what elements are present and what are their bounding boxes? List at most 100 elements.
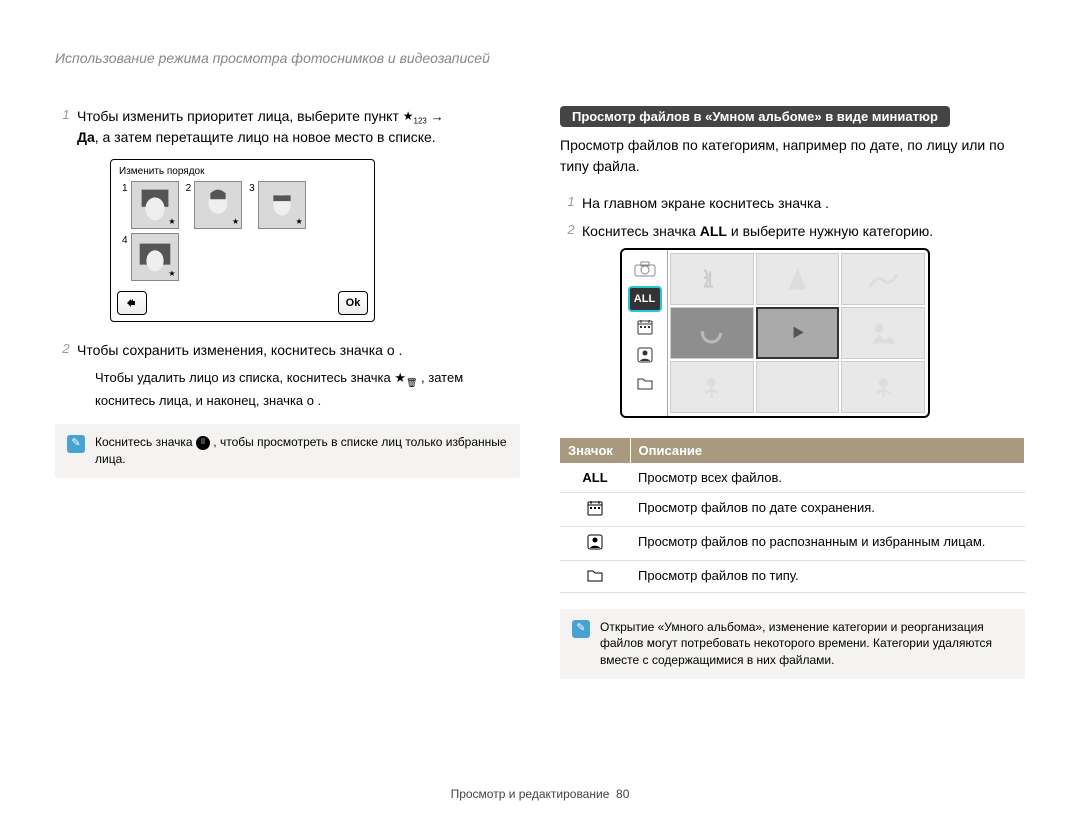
thumbnail[interactable] (841, 361, 925, 413)
info-a: Коснитесь значка (95, 435, 196, 449)
star-icon: ★ (168, 269, 175, 278)
face-thumb[interactable]: ★ (131, 181, 179, 229)
date-category-button[interactable] (628, 314, 662, 340)
face-thumb[interactable]: ★ (131, 233, 179, 281)
icon-cell (560, 526, 630, 560)
star-icon: ★ (168, 217, 175, 226)
step1-text-c: , а затем перетащите лицо на новое место… (95, 129, 436, 145)
right-step1-text: На главном экране коснитесь значка . (582, 193, 1025, 213)
thumbnail[interactable] (841, 307, 925, 359)
star-123-icon: ★123 (403, 108, 427, 127)
right-step2-b: и выберите нужную категорию. (731, 223, 933, 239)
thumbnail[interactable] (756, 253, 840, 305)
table-row: Просмотр файлов по дате сохранения. (560, 492, 1025, 526)
face-thumb[interactable]: ★ (194, 181, 242, 229)
footer-section: Просмотр и редактирование (451, 787, 610, 801)
step-1: 1 Чтобы изменить приоритет лица, выберит… (55, 106, 520, 147)
left-column: 1 Чтобы изменить приоритет лица, выберит… (55, 106, 520, 679)
calendar-icon (587, 500, 603, 516)
smart-album-heading: Просмотр файлов в «Умном альбоме» в виде… (560, 106, 950, 127)
info-icon: ✎ (67, 435, 85, 453)
step1-text-a: Чтобы изменить приоритет лица, выберите … (77, 108, 403, 124)
step-number: 1 (55, 106, 77, 147)
thumbnail[interactable] (756, 361, 840, 413)
all-category-button[interactable]: ALL (628, 286, 662, 312)
step1-yes: Да (77, 129, 95, 145)
desc-cell: Просмотр файлов по дате сохранения. (630, 492, 1025, 526)
star-icon: ★ (296, 217, 303, 226)
thumbnail[interactable] (670, 253, 754, 305)
page-header: Использование режима просмотра фотоснимк… (55, 50, 1025, 66)
thumbnail-grid (668, 250, 928, 416)
desc-cell: Просмотр файлов по типу. (630, 560, 1025, 592)
thumbnail[interactable] (670, 361, 754, 413)
step-number: 1 (560, 193, 582, 213)
star-trash-icon: ★🗑 (394, 370, 417, 385)
face-cell[interactable]: 4 ★ (119, 233, 366, 281)
star-icon: ★ (232, 217, 239, 226)
smart-album-intro: Просмотр файлов по категориям, например … (560, 135, 1025, 177)
right-step-2: 2 Коснитесь значка ALL и выберите нужную… (560, 221, 1025, 241)
person-star-icon (587, 534, 603, 550)
camera-mode-button[interactable] (628, 254, 662, 284)
person-star-icon (637, 347, 653, 363)
table-row: Просмотр файлов по распознанным и избран… (560, 526, 1025, 560)
face-cell[interactable]: 2 ★ (183, 181, 243, 229)
info-icon: ✎ (572, 620, 590, 638)
face-number: 1 (122, 183, 128, 194)
right-info-box: ✎ Открытие «Умного альбома», изменение к… (560, 609, 1025, 679)
right-info-text: Открытие «Умного альбома», изменение кат… (600, 619, 1013, 669)
subnote-c: . (318, 393, 322, 408)
face-category-button[interactable] (628, 342, 662, 368)
camera-icon (634, 261, 656, 277)
thumbnail[interactable] (841, 253, 925, 305)
icon-cell (560, 560, 630, 592)
desc-cell: Просмотр файлов по распознанным и избран… (630, 526, 1025, 560)
thumbnail-selected[interactable] (756, 307, 840, 359)
subnote-a: Чтобы удалить лицо из списка, коснитесь … (95, 370, 394, 385)
folder-icon (637, 376, 653, 390)
camera-sidebar: ALL (622, 250, 668, 416)
desc-cell: Просмотр всех файлов. (630, 463, 1025, 493)
calendar-icon (637, 319, 653, 335)
icon-cell (560, 492, 630, 526)
page-footer: Просмотр и редактирование 80 (0, 787, 1080, 801)
face-thumb[interactable]: ★ (258, 181, 306, 229)
folder-icon (587, 568, 603, 582)
reorder-panel: Изменить порядок 1 ★ 2 ★ (110, 159, 375, 322)
step2-text-c: . (399, 342, 403, 358)
delete-face-note: Чтобы удалить лицо из списка, коснитесь … (95, 368, 520, 410)
people-round-icon: ⠿ (196, 436, 210, 450)
face-cell[interactable]: 3 ★ (246, 181, 306, 229)
step-2: 2 Чтобы сохранить изменения, коснитесь з… (55, 340, 520, 360)
step-number: 2 (560, 221, 582, 241)
camera-screen: ALL (620, 248, 930, 418)
category-table: Значок Описание ALL Просмотр всех файлов… (560, 438, 1025, 593)
reorder-panel-title: Изменить порядок (113, 162, 372, 179)
ok-button[interactable]: Ok (338, 291, 368, 315)
face-number: 2 (186, 183, 192, 194)
right-step2-a: Коснитесь значка (582, 223, 700, 239)
right-step-1: 1 На главном экране коснитесь значка . (560, 193, 1025, 213)
step2-text-a: Чтобы сохранить изменения, коснитесь зна… (77, 342, 387, 358)
face-number: 4 (122, 235, 128, 246)
arrow-icon: → (431, 109, 444, 124)
ok-token: o (307, 393, 314, 408)
right-column: Просмотр файлов в «Умном альбоме» в виде… (560, 106, 1025, 679)
table-head-icon: Значок (560, 438, 630, 463)
icon-cell: ALL (560, 463, 630, 493)
footer-page: 80 (616, 787, 629, 801)
face-cell[interactable]: 1 ★ (119, 181, 179, 229)
step-number: 2 (55, 340, 77, 360)
all-label: ALL (700, 223, 727, 239)
info-box: ✎ Коснитесь значка ⠿ , чтобы просмотреть… (55, 424, 520, 478)
table-row: ALL Просмотр всех файлов. (560, 463, 1025, 493)
table-head-desc: Описание (630, 438, 1025, 463)
back-arrow-icon (126, 297, 138, 309)
thumbnail[interactable] (670, 307, 754, 359)
table-row: Просмотр файлов по типу. (560, 560, 1025, 592)
ok-token: o (387, 342, 395, 358)
type-category-button[interactable] (628, 370, 662, 396)
back-button[interactable] (117, 291, 147, 315)
face-number: 3 (249, 183, 255, 194)
